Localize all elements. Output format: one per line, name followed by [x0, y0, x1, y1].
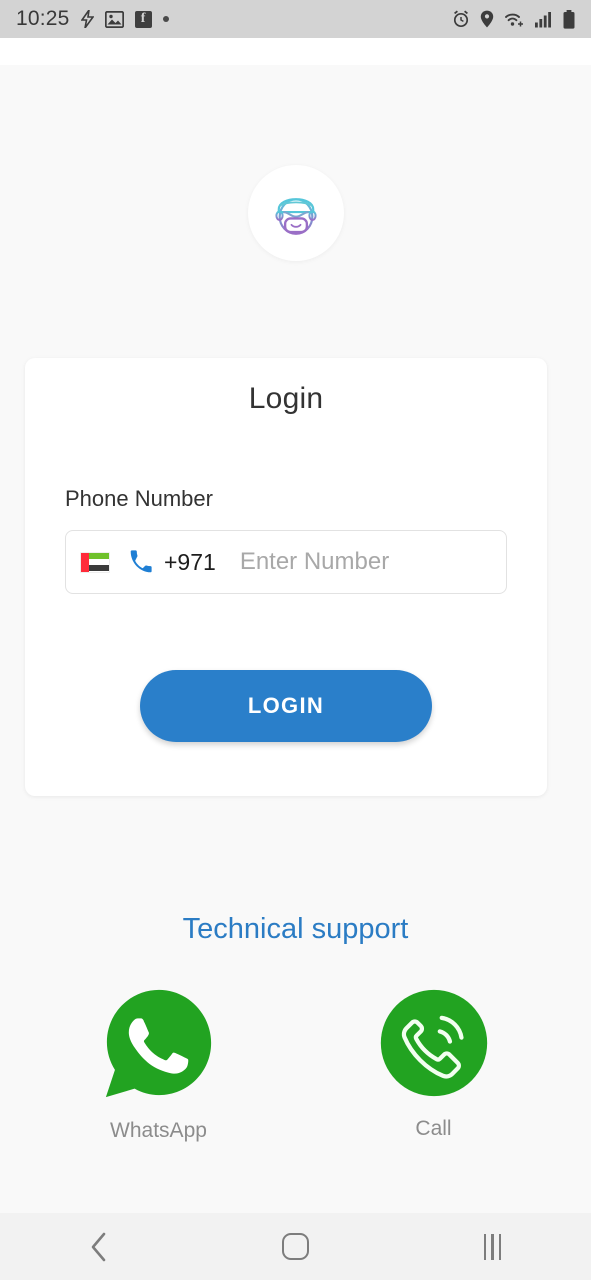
- app-avatar-logo: [274, 198, 317, 235]
- signal-icon: [535, 11, 553, 28]
- status-bar-left: 10:25 f: [16, 7, 452, 31]
- whatsapp-icon: [105, 989, 211, 1098]
- uae-flag-icon[interactable]: [80, 551, 110, 573]
- back-icon: [91, 1232, 105, 1261]
- page-title: Login: [248, 382, 324, 415]
- country-code: +971: [164, 548, 216, 575]
- nav-home-button[interactable]: [236, 1213, 356, 1280]
- phone-input-row[interactable]: +971: [65, 530, 550, 594]
- bolt-icon: [80, 10, 94, 28]
- dot-icon: [162, 16, 169, 22]
- recents-icon: [483, 1233, 502, 1260]
- phone-screen: 10:25 f Login Phone Number +971 Enter Nu…: [0, 0, 591, 1280]
- app-content: Login Phone Number +971 LOGIN Technical …: [0, 65, 591, 1213]
- status-bar: 10:25 f: [0, 0, 591, 38]
- support-item-whatsapp[interactable]: WhatsApp: [100, 985, 218, 1143]
- status-bar-clock: 10:25: [16, 7, 70, 30]
- home-icon: [282, 1233, 309, 1260]
- support-actions: WhatsApp Call: [0, 985, 591, 1143]
- facebook-icon: f: [134, 10, 152, 28]
- status-bar-right: [452, 9, 575, 29]
- phone-number-label: Phone Number: [65, 486, 213, 511]
- alarm-icon: [452, 10, 470, 28]
- status-bar-underlay: [0, 38, 591, 65]
- nav-back-button[interactable]: [39, 1213, 159, 1280]
- location-icon: [480, 10, 494, 28]
- login-button[interactable]: LOGIN: [140, 670, 432, 742]
- app-logo: [247, 165, 344, 261]
- support-label-call: Call: [415, 1117, 452, 1140]
- battery-icon: [563, 9, 575, 29]
- image-icon: [104, 10, 124, 28]
- support-label-whatsapp: WhatsApp: [110, 1119, 207, 1142]
- technical-support-title: Technical support: [182, 913, 409, 945]
- login-card-stack: Login Phone Number +971 LOGIN: [25, 358, 567, 796]
- android-nav-bar: [0, 1213, 591, 1280]
- login-card: Login Phone Number +971 LOGIN: [25, 358, 550, 796]
- nav-recents-button[interactable]: [433, 1213, 553, 1280]
- wifi-icon: [504, 11, 525, 28]
- phone-number-input[interactable]: [239, 548, 550, 576]
- support-item-call[interactable]: Call: [376, 985, 492, 1143]
- phone-handset-icon: [128, 549, 154, 575]
- call-icon: [380, 989, 487, 1097]
